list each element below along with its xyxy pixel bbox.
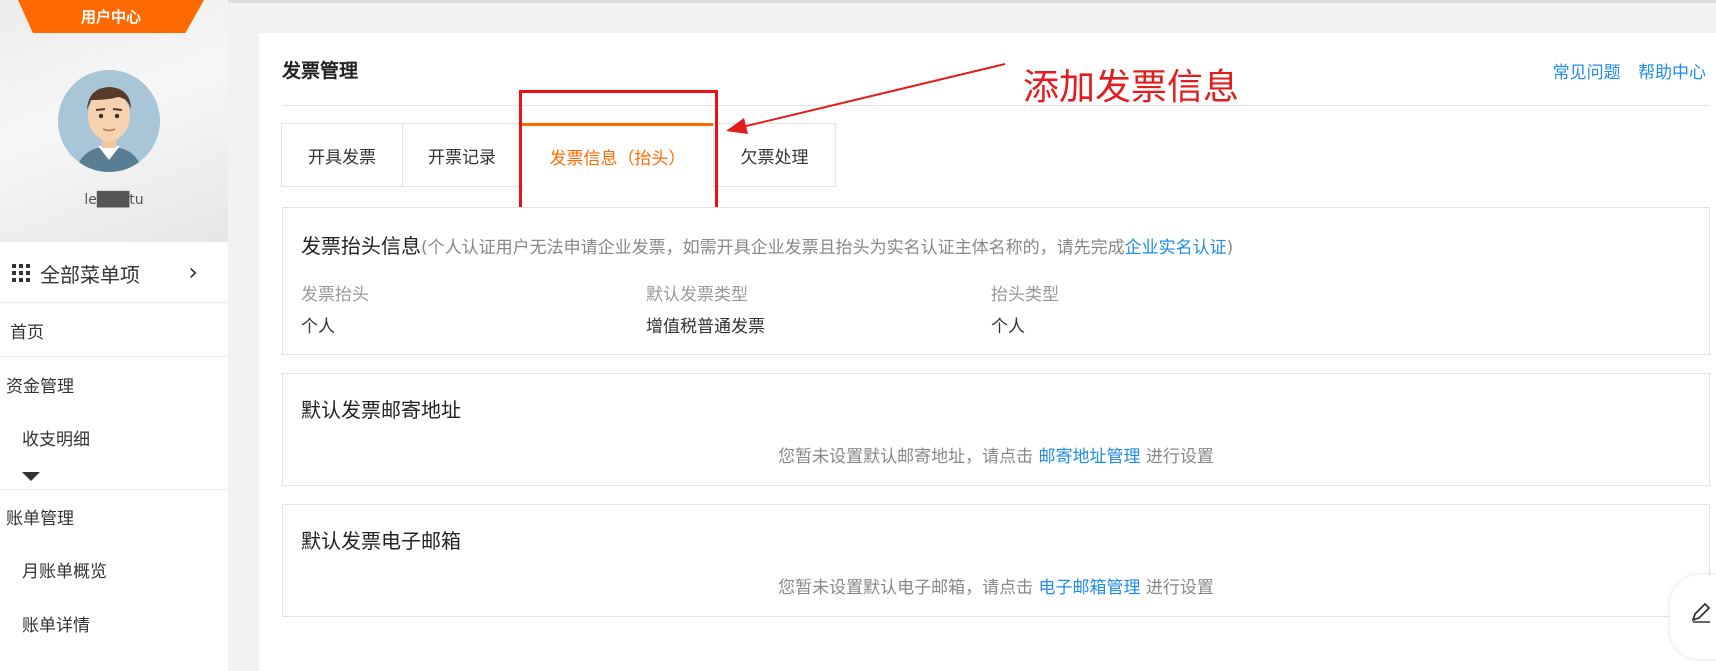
- enterprise-verification-link[interactable]: 企业实名认证: [1125, 238, 1227, 258]
- profile-panel: 用户中心 le███tu: [0, 0, 228, 242]
- sidebar-item-funds[interactable]: 资金管理: [6, 372, 234, 397]
- caret-down-icon[interactable]: [22, 472, 40, 481]
- divider: [0, 356, 228, 357]
- annotation-arrow-icon: [726, 63, 1006, 134]
- invoice-header-title: 发票抬头信息: [301, 234, 421, 258]
- help-center-link[interactable]: 帮助中心: [1638, 63, 1706, 83]
- all-menu-button[interactable]: 全部菜单项 ›: [0, 244, 228, 303]
- sidebar-item-bill-details[interactable]: 账单详情: [22, 611, 250, 636]
- sidebar: 用户中心 le███tu 全部菜单项 › 首页 资金管理 收支明细 账单管理 月…: [0, 0, 228, 671]
- sidebar-item-transactions[interactable]: 收支明细: [22, 425, 250, 450]
- tab-issue-invoice[interactable]: 开具发票: [281, 123, 403, 187]
- header-links: 常见问题 帮助中心: [1541, 58, 1706, 83]
- floating-edit-button[interactable]: [1670, 575, 1716, 659]
- field-label-invoice-type: 默认发票类型: [646, 285, 748, 305]
- avatar[interactable]: [58, 70, 160, 172]
- invoice-header-note: (个人认证用户无法申请企业发票，如需开具企业发票且抬头为实名认证主体名称的，请先…: [421, 238, 1125, 258]
- tab-invoice-records[interactable]: 开票记录: [402, 123, 522, 187]
- top-bar: [228, 0, 1716, 3]
- mail-address-empty-message: 您暂未设置默认邮寄地址，请点击 邮寄地址管理 进行设置: [283, 442, 1709, 467]
- faq-link[interactable]: 常见问题: [1553, 63, 1621, 83]
- mail-address-msg-prefix: 您暂未设置默认邮寄地址，请点击: [778, 447, 1034, 467]
- field-value-invoice-type: 增值税普通发票: [646, 317, 765, 337]
- sidebar-item-home[interactable]: 首页: [10, 318, 238, 343]
- page-title: 发票管理: [282, 60, 359, 82]
- mail-address-manage-link[interactable]: 邮寄地址管理: [1039, 447, 1141, 467]
- email-card: 默认发票电子邮箱 您暂未设置默认电子邮箱，请点击 电子邮箱管理 进行设置: [282, 504, 1710, 617]
- email-msg-suffix: 进行设置: [1145, 578, 1214, 598]
- email-msg-prefix: 您暂未设置默认电子邮箱，请点击: [778, 578, 1034, 598]
- username: le███tu: [84, 192, 144, 208]
- mail-address-msg-suffix: 进行设置: [1145, 447, 1214, 467]
- field-value-invoice-title: 个人: [301, 317, 335, 337]
- mail-address-title: 默认发票邮寄地址: [301, 398, 461, 422]
- invoice-header-note-end: ): [1226, 238, 1234, 258]
- email-empty-message: 您暂未设置默认电子邮箱，请点击 电子邮箱管理 进行设置: [283, 573, 1709, 598]
- field-label-invoice-title: 发票抬头: [301, 285, 369, 305]
- grid-icon: [12, 264, 30, 282]
- field-value-header-type: 个人: [991, 317, 1025, 337]
- email-manage-link[interactable]: 电子邮箱管理: [1039, 578, 1141, 598]
- user-center-tab[interactable]: 用户中心: [18, 0, 204, 33]
- card-title-row: 发票抬头信息(个人认证用户无法申请企业发票，如需开具企业发票且抬头为实名认证主体…: [301, 230, 1233, 259]
- divider: [0, 489, 228, 490]
- annotation-highlight-box: [519, 90, 718, 220]
- field-label-header-type: 抬头类型: [991, 285, 1059, 305]
- email-title: 默认发票电子邮箱: [301, 529, 461, 553]
- edit-icon: [1691, 602, 1711, 623]
- chevron-right-icon: ›: [188, 258, 198, 286]
- annotation-text: 添加发票信息: [1023, 67, 1240, 108]
- sidebar-item-billing[interactable]: 账单管理: [6, 504, 234, 529]
- all-menu-label: 全部菜单项: [40, 262, 140, 287]
- invoice-header-card: 发票抬头信息(个人认证用户无法申请企业发票，如需开具企业发票且抬头为实名认证主体…: [282, 207, 1710, 355]
- mail-address-card: 默认发票邮寄地址 您暂未设置默认邮寄地址，请点击 邮寄地址管理 进行设置: [282, 373, 1710, 486]
- sidebar-item-monthly-bill[interactable]: 月账单概览: [22, 557, 250, 582]
